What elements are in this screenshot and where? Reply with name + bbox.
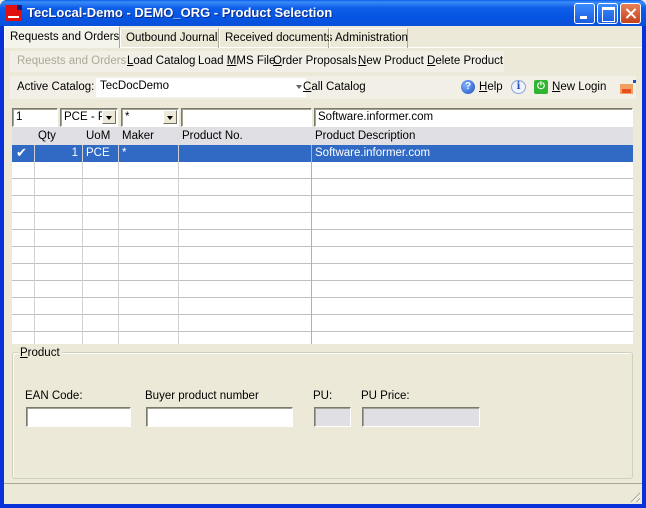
action-toolbar: Requests and Orders Load Catalog Load MM…	[10, 51, 504, 72]
help-icon[interactable]: ?	[461, 80, 475, 94]
tab-requests-and-orders[interactable]: Requests and Orders	[4, 26, 120, 48]
pu-price-label: PU Price:	[361, 390, 410, 402]
product-grid[interactable]: Qty UoM Maker Product No. Product Descri…	[12, 127, 633, 344]
table-row[interactable]	[12, 298, 633, 315]
pu-input	[314, 407, 351, 427]
table-row[interactable]	[12, 315, 633, 332]
window-title: TecLocal-Demo - DEMO_ORG - Product Selec…	[27, 5, 333, 20]
load-catalog-button[interactable]: Load Catalog	[127, 55, 195, 67]
button-label: ew Product	[366, 55, 424, 67]
catalog-toolbar: Active Catalog: TecDocDemo Call Catalog …	[10, 76, 636, 99]
cell-maker: *	[122, 147, 127, 159]
delete-product-button[interactable]: Delete Product	[427, 55, 503, 67]
buyer-product-number-label: Buyer product number	[145, 390, 259, 402]
qty-filter-value: 1	[16, 111, 23, 123]
column-divider	[34, 145, 35, 344]
resize-grip-icon[interactable]	[628, 490, 640, 502]
power-icon[interactable]: ⏻	[534, 80, 548, 94]
order-proposals-button[interactable]: Order Proposals	[273, 55, 357, 67]
column-divider	[178, 145, 179, 344]
teleservice-icon[interactable]	[620, 80, 636, 94]
description-filter-value: Software.informer.com	[318, 111, 434, 123]
tab-administration[interactable]: Administration	[329, 28, 408, 48]
table-row[interactable]	[12, 281, 633, 298]
help-button[interactable]: Help	[479, 81, 503, 93]
tab-label: Requests and Orders	[10, 31, 120, 43]
tab-bar: Requests and Orders Outbound Journal Rec…	[4, 26, 642, 48]
column-header-product-no[interactable]: Product No.	[182, 130, 243, 142]
column-header-qty[interactable]: Qty	[38, 130, 56, 142]
product-no-filter-input[interactable]	[181, 108, 312, 127]
button-label: elp	[487, 81, 503, 93]
column-header-maker[interactable]: Maker	[122, 130, 154, 142]
new-login-button[interactable]: New Login	[552, 81, 606, 93]
tab-label: Administration	[335, 32, 408, 44]
active-catalog-value: TecDocDemo	[100, 80, 170, 92]
column-divider	[82, 145, 83, 344]
tab-outbound-journal[interactable]: Outbound Journal	[120, 28, 219, 48]
info-icon[interactable]: i	[511, 80, 526, 94]
column-divider	[118, 145, 119, 344]
tab-label: Received documents	[225, 32, 333, 44]
new-product-button[interactable]: New Product	[358, 55, 424, 67]
cell-description: Software.informer.com	[315, 147, 431, 159]
description-filter-input[interactable]: Software.informer.com	[314, 108, 633, 127]
button-label: all Catalog	[311, 81, 366, 93]
maximize-button[interactable]	[597, 3, 618, 24]
button-label: rder Proposals	[281, 55, 357, 67]
buyer-product-number-input[interactable]	[146, 407, 293, 427]
cell-uom: PCE	[86, 147, 110, 159]
client-area: Requests and Orders Outbound Journal Rec…	[4, 26, 642, 504]
table-row[interactable]	[12, 196, 633, 213]
column-header-product-description[interactable]: Product Description	[315, 130, 415, 142]
ean-code-input[interactable]	[26, 407, 131, 427]
maker-filter-select[interactable]: *	[121, 108, 179, 127]
table-row[interactable]	[12, 247, 633, 264]
chevron-down-icon	[296, 85, 302, 89]
uom-filter-select[interactable]: PCE - Pi	[60, 108, 118, 127]
minimize-button[interactable]	[574, 3, 595, 24]
chevron-down-icon[interactable]	[102, 110, 116, 124]
table-row[interactable]	[12, 179, 633, 196]
active-catalog-select[interactable]: TecDocDemo	[96, 78, 306, 97]
accel-key: P	[20, 347, 28, 359]
table-row[interactable]: ✔ 1 PCE * Software.informer.com	[12, 145, 633, 162]
requests-and-orders-button[interactable]: Requests and Orders	[17, 55, 126, 67]
maker-filter-value: *	[125, 111, 130, 123]
table-row[interactable]	[12, 213, 633, 230]
app-logo-icon	[6, 5, 22, 21]
active-catalog-label: Active Catalog:	[17, 81, 95, 93]
tab-received-documents[interactable]: Received documents	[219, 28, 333, 48]
column-divider	[311, 145, 312, 344]
button-label: ew Login	[560, 81, 607, 93]
pu-label: PU:	[313, 390, 333, 402]
button-label: oad Catalog	[133, 55, 196, 67]
table-row[interactable]	[12, 264, 633, 281]
close-button[interactable]	[620, 3, 641, 24]
cell-qty: 1	[71, 147, 78, 159]
button-label: elete Product	[435, 55, 504, 67]
accel-key: O	[273, 55, 282, 67]
pu-price-input	[362, 407, 480, 427]
chevron-down-icon[interactable]	[163, 110, 177, 124]
accel-key: M	[226, 55, 237, 67]
load-mms-file-button[interactable]: Load MMS File	[198, 55, 275, 67]
qty-filter-input[interactable]: 1	[12, 108, 58, 127]
status-bar	[4, 483, 642, 504]
ean-code-label: EAN Code:	[25, 390, 83, 402]
table-row[interactable]	[12, 230, 633, 247]
button-label: Load	[198, 55, 227, 67]
title-bar[interactable]: TecLocal-Demo - DEMO_ORG - Product Selec…	[0, 0, 646, 26]
column-header-uom[interactable]: UoM	[86, 130, 110, 142]
tab-label: Outbound Journal	[126, 32, 218, 44]
group-title-rest: roduct	[27, 347, 60, 359]
call-catalog-button[interactable]: Call Catalog	[303, 81, 366, 93]
table-row[interactable]	[12, 162, 633, 179]
checkmark-icon[interactable]: ✔	[16, 146, 32, 160]
product-group-title: Product	[18, 347, 62, 359]
button-label: MS File	[236, 55, 276, 67]
app-window: TecLocal-Demo - DEMO_ORG - Product Selec…	[0, 0, 646, 508]
grid-header: Qty UoM Maker Product No. Product Descri…	[12, 127, 633, 145]
button-label: Requests and Orders	[17, 55, 127, 67]
